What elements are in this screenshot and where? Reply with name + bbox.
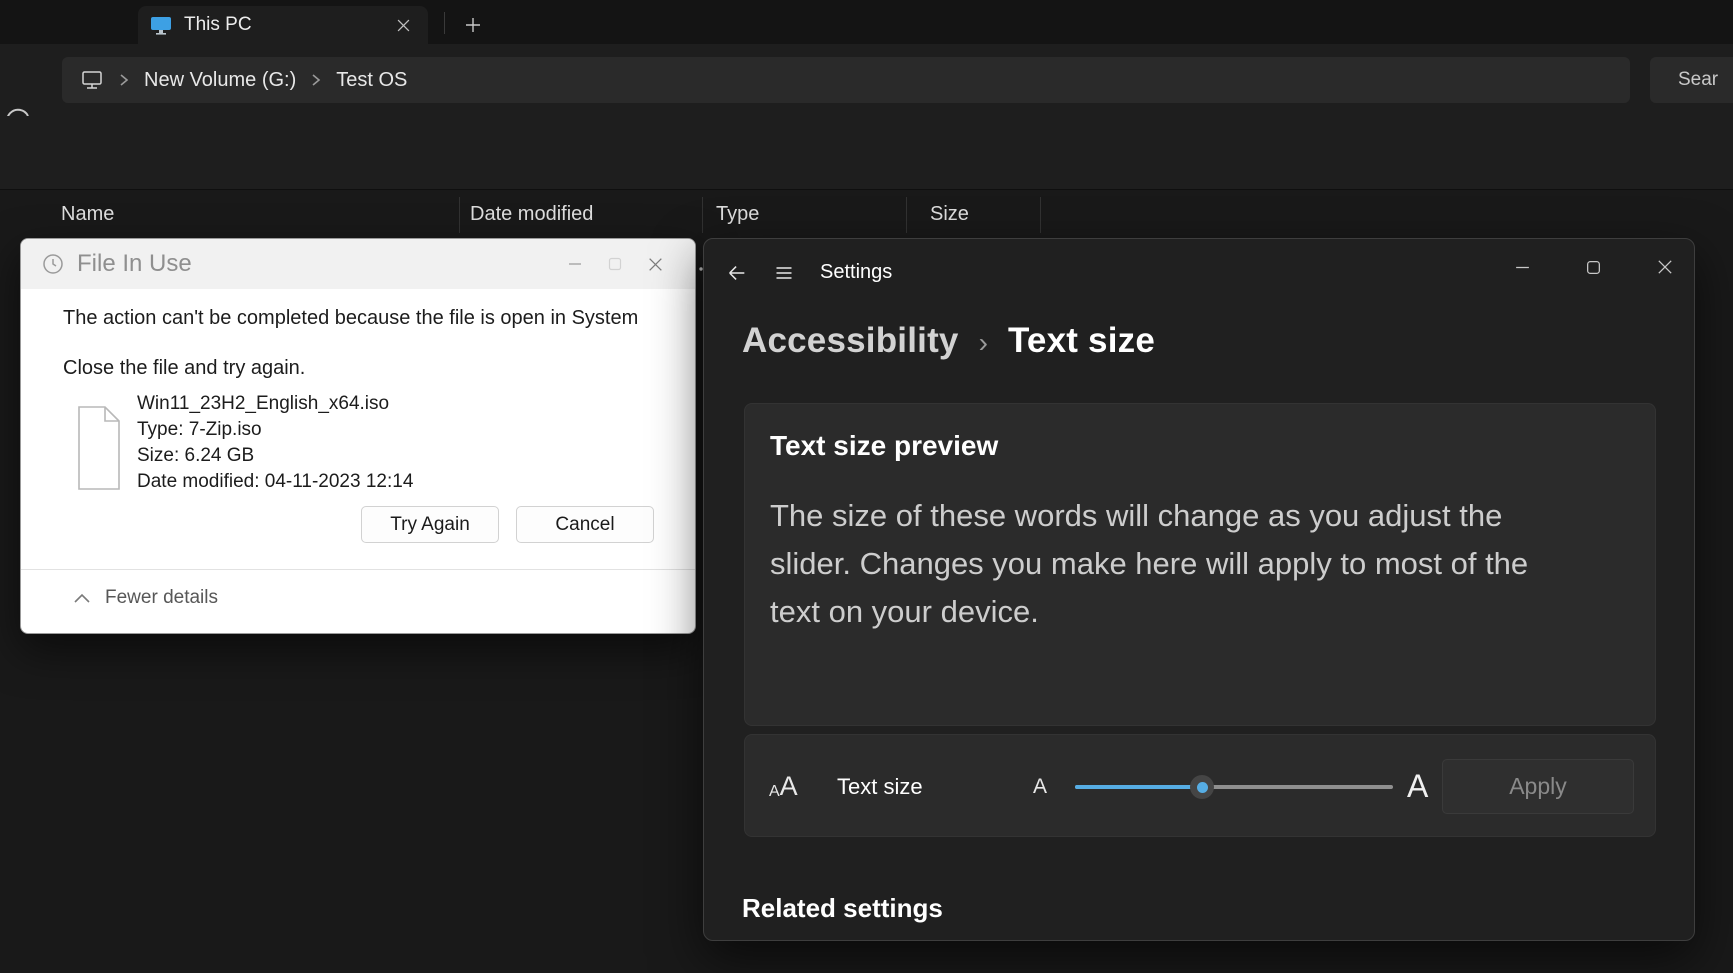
clock-icon bbox=[41, 252, 65, 276]
dialog-maximize-button[interactable] bbox=[595, 247, 635, 281]
column-header-date-modified[interactable]: Date modified bbox=[470, 203, 593, 226]
explorer-tab-bar: This PC bbox=[0, 0, 1733, 44]
breadcrumb-chevron-icon[interactable] bbox=[310, 73, 322, 87]
page-title: Text size bbox=[1007, 321, 1155, 360]
preview-body-text: The size of these words will change as y… bbox=[770, 498, 1529, 629]
text-size-preview-card: Text size preview The size of these word… bbox=[744, 403, 1656, 726]
explorer-address-row: New Volume (G:) Test OS Sear bbox=[0, 44, 1733, 133]
file-icon bbox=[77, 405, 121, 491]
file-size: Size: 6.24 GB bbox=[137, 445, 255, 466]
back-button[interactable] bbox=[726, 262, 748, 284]
file-modified: Date modified: 04-11-2023 12:14 bbox=[137, 471, 414, 492]
breadcrumb-accessibility[interactable]: Accessibility bbox=[742, 321, 959, 361]
tab-close-icon[interactable] bbox=[390, 12, 416, 38]
monitor-icon bbox=[150, 15, 172, 35]
text-size-slider[interactable] bbox=[1075, 735, 1393, 838]
breadcrumb-separator: › bbox=[978, 327, 988, 358]
cancel-button[interactable]: Cancel bbox=[516, 506, 654, 543]
file-in-use-dialog: File In Use The action can't be complete… bbox=[20, 238, 696, 634]
text-size-label: Text size bbox=[837, 773, 923, 799]
this-pc-icon bbox=[80, 69, 104, 91]
settings-window: Settings Accessibility › Text size Text … bbox=[703, 238, 1695, 941]
breadcrumb-test-os[interactable]: Test OS bbox=[336, 69, 407, 92]
breadcrumb-new-volume[interactable]: New Volume (G:) bbox=[144, 69, 296, 92]
column-separator bbox=[1040, 197, 1041, 233]
preview-heading: Text size preview bbox=[770, 430, 999, 461]
new-tab-button[interactable] bbox=[456, 8, 490, 42]
dialog-message: The action can't be completed because th… bbox=[63, 307, 639, 329]
chevron-up-icon bbox=[74, 593, 90, 603]
fewer-details-toggle[interactable]: Fewer details bbox=[73, 587, 218, 609]
text-size-slider-card: AA Text size A A Apply bbox=[744, 734, 1656, 837]
dialog-title-bar: File In Use bbox=[21, 239, 695, 289]
text-size-slider-fill bbox=[1075, 785, 1203, 789]
dialog-minimize-button[interactable] bbox=[555, 247, 595, 281]
dialog-close-button[interactable] bbox=[635, 247, 675, 281]
settings-close-button[interactable] bbox=[1642, 249, 1688, 285]
column-separator bbox=[459, 197, 460, 233]
column-header-name[interactable]: Name bbox=[61, 203, 114, 226]
large-a-label: A bbox=[1407, 768, 1429, 804]
explorer-toolbar: A Sort View bbox=[0, 116, 1733, 295]
explorer-tab-this-pc[interactable]: This PC bbox=[138, 6, 428, 44]
dialog-title: File In Use bbox=[77, 250, 192, 277]
related-settings-heading: Related settings bbox=[742, 893, 943, 923]
file-name: Win11_23H2_English_x64.iso bbox=[137, 393, 390, 414]
column-separator bbox=[702, 197, 703, 233]
column-header-type[interactable]: Type bbox=[716, 203, 759, 226]
file-type: Type: 7-Zip.iso bbox=[137, 419, 262, 440]
tab-separator bbox=[444, 12, 445, 34]
settings-maximize-button[interactable] bbox=[1570, 249, 1616, 285]
column-separator bbox=[906, 197, 907, 233]
tab-title: This PC bbox=[184, 14, 252, 35]
apply-button[interactable]: Apply bbox=[1442, 759, 1634, 814]
text-size-icon: AA bbox=[769, 771, 798, 801]
search-input[interactable]: Sear bbox=[1650, 57, 1733, 103]
hamburger-menu-button[interactable] bbox=[774, 263, 794, 283]
dialog-divider bbox=[21, 569, 695, 570]
settings-title-bar: Settings bbox=[726, 261, 892, 284]
breadcrumb-chevron-icon[interactable] bbox=[118, 73, 130, 87]
settings-window-title: Settings bbox=[820, 261, 893, 283]
settings-breadcrumb: Accessibility › Text size bbox=[742, 321, 1155, 361]
file-details: Win11_23H2_English_x64.iso Type: 7-Zip.i… bbox=[137, 391, 413, 495]
small-a-label: A bbox=[1033, 774, 1048, 798]
settings-minimize-button[interactable] bbox=[1499, 249, 1545, 285]
address-bar[interactable]: New Volume (G:) Test OS bbox=[62, 57, 1630, 103]
file-list-header: Name Date modified Type Size bbox=[0, 190, 1733, 240]
try-again-button[interactable]: Try Again bbox=[361, 506, 499, 543]
dialog-instruction: Close the file and try again. bbox=[63, 357, 306, 379]
fewer-details-label: Fewer details bbox=[105, 587, 218, 608]
text-size-slider-thumb[interactable] bbox=[1190, 775, 1215, 799]
column-header-size[interactable]: Size bbox=[930, 203, 969, 226]
